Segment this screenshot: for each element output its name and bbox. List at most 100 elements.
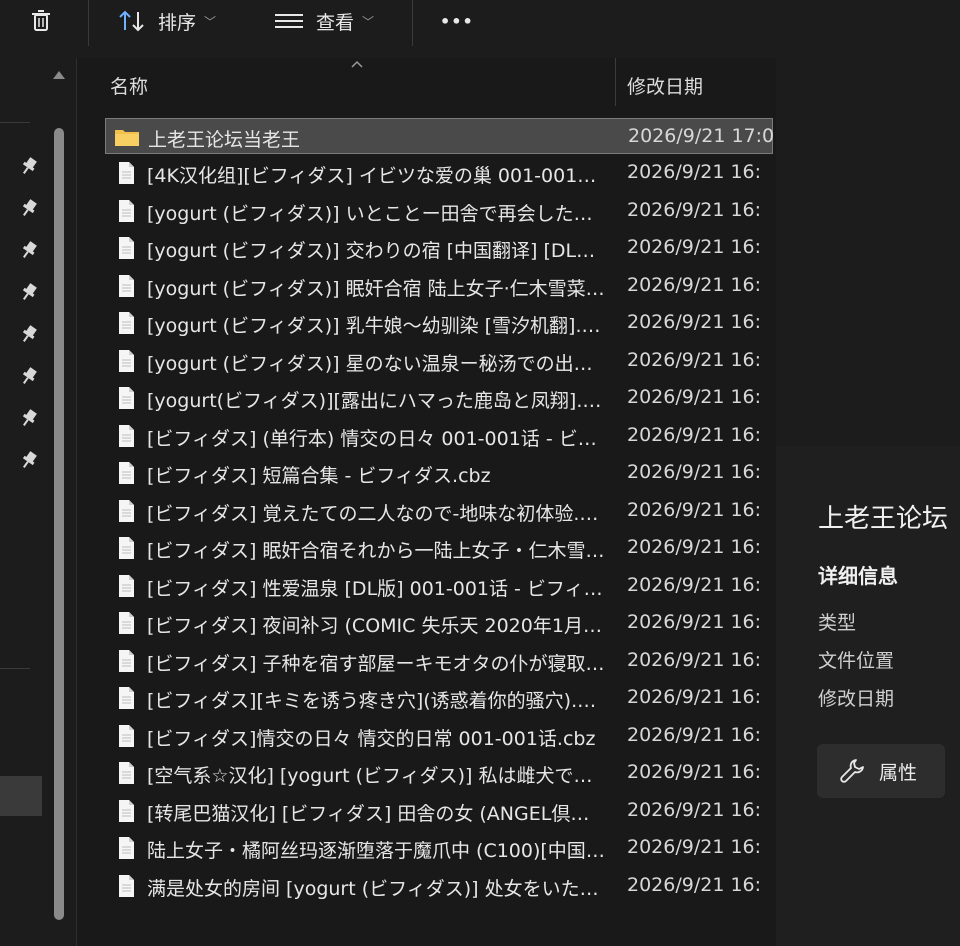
document-icon [119,687,134,709]
nav-scrollbar[interactable] [54,128,64,920]
file-row[interactable]: [空气系☆汉化] [yogurt (ビフィダス)] 私は雌犬です.cbz 202… [105,755,773,791]
file-row[interactable]: [4K汉化组][ビフィダス] イビツな爱の巢 001-001话 [DL版].cb… [105,155,773,191]
file-row[interactable]: [ビフィダス] 性爱温泉 [DL版] 001-001话 - ビフィダス.cbz … [105,568,773,604]
pin-icon [22,367,37,384]
file-name: [4K汉化组][ビフィダス] イビツな爱の巢 001-001话 [DL版].cb… [147,165,605,187]
document-icon [119,499,134,522]
file-row[interactable]: [ビフィダス] 眠奸合宿それから一陆上女子・仁木雪菜.cbz 2026/9/21… [105,530,773,566]
nav-divider [0,668,30,669]
folder-row[interactable]: 上老王论坛当老王 2026/9/21 17:0 [105,118,775,154]
file-date: 2026/9/21 16: [627,873,762,896]
file-date: 2026/9/21 16: [627,723,762,746]
file-name: [ビフィダス] (单行本) 情交の日々 001-001话 - ビフィダス.cbz [147,427,605,450]
file-row[interactable]: [yogurt (ビフィダス)] 交わりの宿 [中国翻译] [DL版].cbz … [105,230,773,266]
document-icon [119,312,134,334]
file-name: [yogurt (ビフィダス)] 眠奸合宿 陆上女子·仁木雪菜.cbz [147,277,605,300]
wrench-icon [840,759,864,783]
file-row[interactable]: [ビフィダス] 子种を宿す部屋ーキモオタの仆が寝取る.cbz 2026/9/21… [105,643,773,679]
document-icon [119,537,134,559]
file-name: [ビフィダス] 覚えたての二人なので-地味な初体验.cbz [147,502,605,525]
more-options-button[interactable]: ••• [440,0,474,42]
navigation-pane [0,58,76,946]
file-name: [ビフィダス] 夜间补习 (COMIC 失乐天 2020年1月号).cbz [147,615,605,637]
file-name: 满是处女的房间 [yogurt (ビフィダス)] 处女をいただく.cbz [147,877,605,900]
file-row[interactable]: [yogurt (ビフィダス)] いとことー田舎で再会したこと.cbz 2026… [105,193,773,229]
file-list: 名称 修改日期 上老王论坛当老王 2026/9/21 17:0 [4K汉化组][… [77,58,775,946]
file-date: 2026/9/21 16: [627,161,762,183]
file-row[interactable]: [ビフィダス] 夜间补习 (COMIC 失乐天 2020年1月号).cbz 20… [105,605,773,641]
file-name: [yogurt (ビフィダス)] 交わりの宿 [中国翻译] [DL版].cbz [147,240,605,262]
file-row[interactable]: [ビフィダス] 覚えたての二人なので-地味な初体验.cbz 2026/9/21 … [105,493,773,529]
file-row[interactable]: [ビフィダス][キミを诱う疼き穴](诱惑着你的骚穴).cbz 2026/9/21… [105,680,773,716]
view-label: 查看 [316,11,355,34]
file-name: 陆上女子・橘阿丝玛逐渐堕落于魔爪中 (C100)[中国翻译].cbz [147,840,605,862]
document-icon [119,274,134,297]
document-icon [119,199,134,222]
file-name: [空气系☆汉化] [yogurt (ビフィダス)] 私は雌犬です.cbz [147,765,605,787]
document-icon [119,762,134,784]
file-date: 2026/9/21 16: [627,236,762,258]
delete-button[interactable] [26,0,56,42]
document-icon [119,724,134,747]
file-name: [ビフィダス] 子种を宿す部屋ーキモオタの仆が寝取る.cbz [147,652,605,675]
file-date: 2026/9/21 16: [627,461,762,483]
view-list-icon [275,14,303,28]
file-row[interactable]: [yogurt(ビフィダス)][露出にハマった鹿岛と凤翔].cbz 2026/9… [105,380,773,416]
file-row[interactable]: [ビフィダス] (单行本) 情交の日々 001-001话 - ビフィダス.cbz… [105,418,773,454]
file-row[interactable]: [转尾巴猫汉化] [ビフィダス] 田舎の女 (ANGEL倶楽部).cbz 202… [105,793,773,829]
folder-icon [115,130,139,146]
file-row[interactable]: [ビフィダス] 短篇合集 - ビフィダス.cbz 2026/9/21 16: [105,455,773,491]
file-name: [ビフィダス]情交の日々 情交的日常 001-001话.cbz [147,727,596,750]
trash-icon [32,10,50,31]
file-row[interactable]: [ビフィダス]情交の日々 情交的日常 001-001话.cbz 2026/9/2… [105,718,773,754]
file-date: 2026/9/21 16: [627,423,762,446]
sort-button[interactable]: 排序 ﹀ [116,0,216,42]
sort-label: 排序 [158,11,197,34]
sort-ascending-icon [351,60,363,68]
file-name: [ビフィダス] 短篇合集 - ビフィダス.cbz [147,465,491,487]
file-date: 2026/9/21 16: [627,498,762,521]
file-date: 2026/9/21 16: [627,536,762,558]
nav-selected-item[interactable] [0,776,42,816]
toolbar-separator [412,0,413,46]
file-date: 2026/9/21 16: [627,686,762,708]
pin-icon [22,241,37,258]
file-row[interactable]: 满是处女的房间 [yogurt (ビフィダス)] 处女をいただく.cbz 202… [105,868,773,904]
chevron-down-icon: ﹀ [204,14,217,29]
file-date: 2026/9/21 16: [627,348,762,371]
preview-area [776,58,960,446]
details-pane: 上老王论坛 详细信息 类型 文件位置 修改日期 属性 [776,58,960,946]
properties-button[interactable]: 属性 [817,744,945,798]
file-name: [yogurt (ビフィダス)] 星のない温泉ー秘汤での出来事.cbz [147,352,605,375]
document-icon [119,387,134,409]
file-name: [ビフィダス][キミを诱う疼き穴](诱惑着你的骚穴).cbz [147,690,605,712]
file-name: [yogurt (ビフィダス)] いとことー田舎で再会したこと.cbz [147,202,605,225]
file-date: 2026/9/21 17:0 [628,125,775,147]
toolbar-separator [88,0,89,46]
date-column-header[interactable]: 修改日期 [627,72,703,99]
column-divider[interactable] [615,58,616,106]
chevron-down-icon: ﹀ [362,14,375,29]
pin-icon [22,157,37,174]
details-title: 上老王论坛 [818,504,949,534]
command-bar: 排序 ﹀ 查看 ﹀ ••• [0,0,960,58]
pin-icon [22,409,37,426]
scroll-up-arrow-icon[interactable] [52,68,66,82]
file-row[interactable]: [yogurt (ビフィダス)] 星のない温泉ー秘汤での出来事.cbz 2026… [105,343,773,379]
details-heading: 详细信息 [818,564,898,588]
file-date: 2026/9/21 16: [627,273,762,296]
view-button[interactable]: 查看 ﹀ [272,0,374,42]
name-column-header[interactable]: 名称 [110,72,148,99]
file-name: 上老王论坛当老王 [148,129,301,151]
file-name: [yogurt (ビフィダス)] 乳牛娘～幼驯染 [雪汐机翻].cbz [147,315,605,337]
file-row[interactable]: [yogurt (ビフィダス)] 眠奸合宿 陆上女子·仁木雪菜.cbz 2026… [105,268,773,304]
document-icon [119,162,134,184]
pin-icon [22,283,37,300]
location-label: 文件位置 [818,650,895,672]
file-row[interactable]: [yogurt (ビフィダス)] 乳牛娘～幼驯染 [雪汐机翻].cbz 2026… [105,305,773,341]
file-row[interactable]: 陆上女子・橘阿丝玛逐渐堕落于魔爪中 (C100)[中国翻译].cbz 2026/… [105,830,773,866]
more-icon: ••• [440,11,474,31]
document-icon [119,649,134,672]
nav-divider [0,122,30,123]
file-date: 2026/9/21 16: [627,761,762,783]
